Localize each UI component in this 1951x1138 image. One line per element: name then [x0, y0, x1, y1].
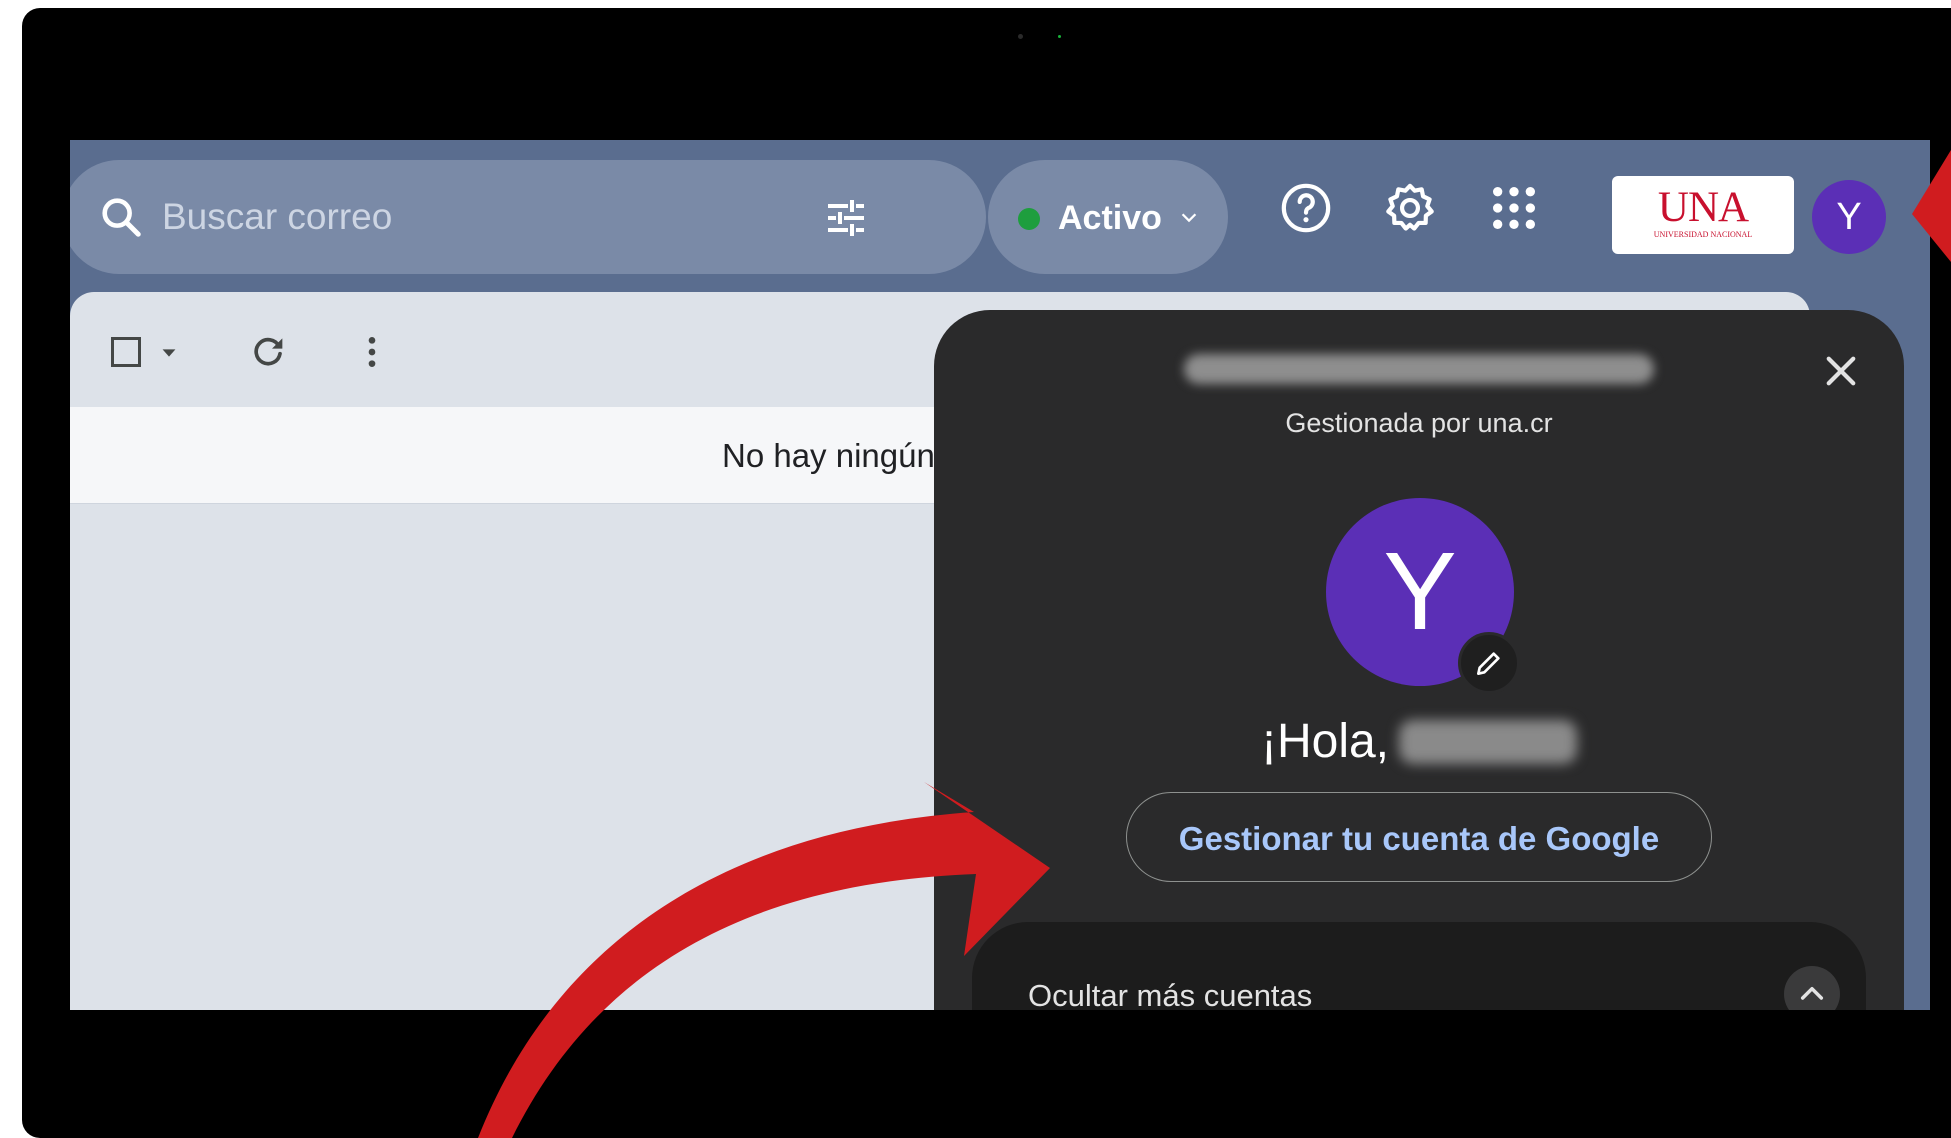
status-dot — [1018, 208, 1040, 230]
logo-text: UNA — [1657, 184, 1749, 231]
organization-logo[interactable]: UNA UNIVERSIDAD NACIONAL — [1612, 176, 1794, 254]
apps-grid-icon[interactable] — [1486, 180, 1542, 236]
hide-accounts-label[interactable]: Ocultar más cuentas — [1028, 978, 1312, 1010]
caret-down-icon[interactable] — [158, 342, 180, 364]
chevron-down-icon — [1181, 213, 1197, 223]
user-name-blurred — [1399, 719, 1578, 764]
pencil-icon — [1477, 652, 1500, 675]
chevron-up-icon — [1800, 986, 1824, 1000]
managed-by-label: Gestionada por una.cr — [1285, 408, 1553, 438]
empty-message: No hay ningún — [722, 437, 935, 474]
search-options-icon[interactable] — [822, 194, 870, 242]
search-icon[interactable] — [98, 194, 144, 240]
account-email-blurred — [1184, 354, 1654, 384]
search-bar[interactable]: Buscar correo — [70, 160, 986, 274]
refresh-icon[interactable] — [248, 332, 288, 372]
search-input[interactable]: Buscar correo — [162, 194, 392, 240]
edit-photo-button[interactable] — [1458, 632, 1520, 694]
more-vert-icon[interactable] — [352, 332, 392, 372]
greeting-text: ¡Hola, — [1260, 715, 1390, 768]
more-accounts-section[interactable]: Ocultar más cuentas — [972, 922, 1866, 1010]
help-icon[interactable] — [1278, 180, 1334, 236]
select-checkbox[interactable] — [108, 334, 144, 370]
status-label: Activo — [1058, 199, 1162, 237]
gmail-screen: Buscar correo Activo UNA UNIVERSIDAD NAC… — [70, 140, 1930, 1010]
close-icon[interactable] — [1820, 350, 1862, 392]
collapse-accounts-button[interactable] — [1784, 966, 1840, 1010]
account-avatar-button[interactable]: Y — [1812, 180, 1886, 254]
greeting: ¡Hola, — [934, 714, 1904, 784]
logo-subtext: UNIVERSIDAD NACIONAL — [1653, 230, 1753, 239]
webcam-light — [1058, 35, 1061, 38]
account-popup: Gestionada por una.cr Y ¡Hola, Gestionar… — [934, 310, 1904, 1010]
settings-icon[interactable] — [1382, 180, 1438, 236]
manage-google-account-button[interactable]: Gestionar tu cuenta de Google — [1126, 792, 1712, 882]
webcam — [1018, 34, 1023, 39]
status-selector[interactable]: Activo — [988, 160, 1228, 274]
